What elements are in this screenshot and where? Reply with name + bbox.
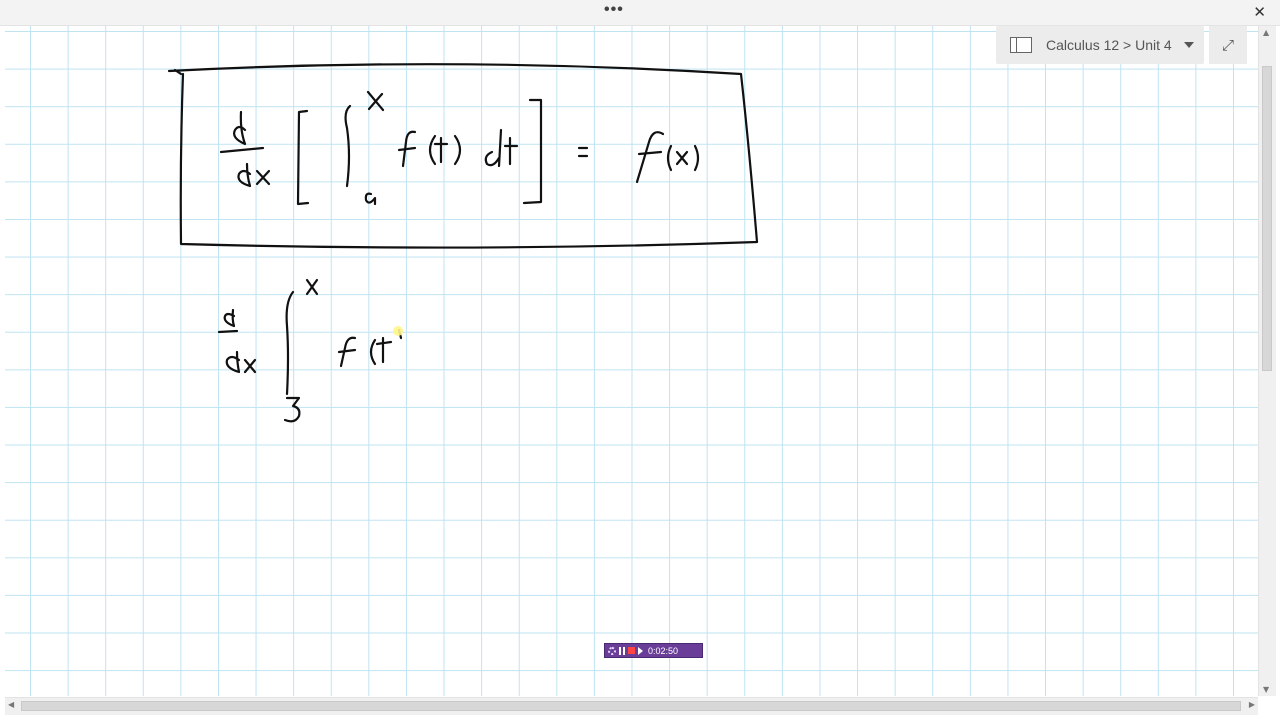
scroll-down-icon[interactable]: ▼	[1263, 685, 1269, 694]
working-equation	[217, 278, 403, 423]
pen-cursor-highlight	[393, 326, 403, 336]
notebook-breadcrumb-label: Calculus 12 > Unit 4	[1046, 37, 1172, 53]
notebook-breadcrumb-button[interactable]: Calculus 12 > Unit 4	[996, 26, 1204, 64]
stop-icon[interactable]	[628, 647, 635, 654]
more-options-icon[interactable]: •••	[604, 2, 624, 18]
vertical-scrollbar[interactable]: ▲ ▼	[1258, 26, 1276, 696]
title-bar: ••• ✕	[0, 0, 1280, 26]
close-icon[interactable]: ✕	[1253, 3, 1266, 21]
play-icon[interactable]	[638, 646, 643, 655]
scroll-right-icon[interactable]: ▶	[1249, 700, 1255, 709]
expand-button[interactable]: ⤢	[1209, 26, 1247, 64]
chevron-down-icon	[1183, 42, 1194, 48]
scroll-up-icon[interactable]: ▲	[1263, 28, 1269, 37]
vertical-scroll-thumb[interactable]	[1262, 66, 1272, 371]
recording-time: 0:02:50	[648, 645, 679, 656]
theorem-equation	[219, 90, 700, 206]
pause-icon[interactable]	[619, 646, 625, 655]
expand-icon: ⤢	[1221, 36, 1234, 54]
notebook-icon	[1010, 37, 1032, 53]
screen-recorder-bar: 0:02:50	[604, 643, 703, 658]
recorder-logo-icon	[608, 646, 616, 655]
grid-canvas[interactable]	[5, 26, 1258, 696]
handwriting-ink	[167, 63, 759, 423]
scroll-left-icon[interactable]: ◀	[8, 700, 14, 709]
horizontal-scrollbar[interactable]: ◀ ▶	[5, 697, 1258, 715]
horizontal-scroll-thumb[interactable]	[21, 701, 1241, 711]
